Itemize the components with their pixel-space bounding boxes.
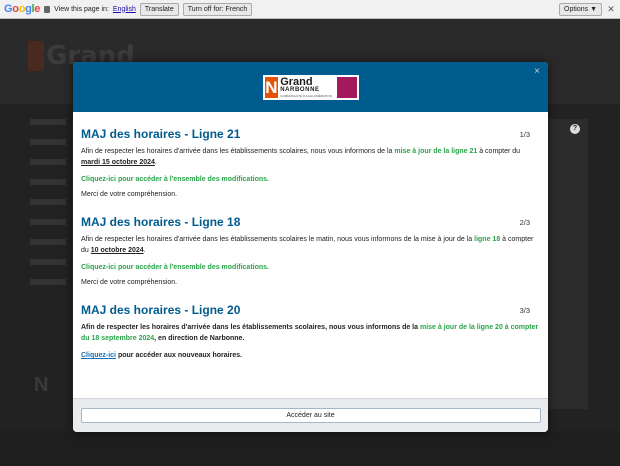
news-link[interactable]: Cliquez-ici pour accéder à l'ensemble de…: [81, 262, 540, 273]
news-text: Afin de respecter les horaires d'arrivée…: [81, 148, 521, 166]
news-item: MAJ des horaires - Ligne 18 2/3 Afin de …: [81, 215, 540, 286]
news-page-indicator: 2/3: [519, 218, 530, 227]
logo-subtitle: COMMUNAUTÉ D'AGGLOMÉRATION: [280, 93, 332, 98]
background-logo-mark: [28, 41, 44, 71]
news-title: MAJ des horaires - Ligne 21: [81, 127, 241, 141]
news-note: Merci de votre compréhension.: [81, 279, 178, 286]
lock-icon: [44, 5, 51, 13]
logo-narbonne: NARBONNE: [280, 86, 320, 93]
logo-n-mark: N: [264, 76, 279, 98]
modal-body: MAJ des horaires - Ligne 21 1/3 Afin de …: [73, 112, 548, 398]
close-icon[interactable]: ✕: [606, 4, 616, 15]
news-text: Afin de respecter les horaires d'arrivée…: [81, 324, 539, 342]
modal-close-icon[interactable]: ×: [534, 66, 540, 77]
logo-emblem-icon: [336, 76, 357, 98]
news-note: Merci de votre compréhension.: [81, 191, 178, 198]
news-page-indicator: 3/3: [519, 306, 530, 315]
background-footer-logo: N: [34, 374, 49, 396]
news-link[interactable]: Cliquez-ici pour accéder à l'ensemble de…: [81, 174, 540, 185]
options-button[interactable]: Options ▼: [559, 2, 602, 16]
turn-off-button[interactable]: Turn off for: French: [182, 2, 253, 16]
news-text: Afin de respecter les horaires d'arrivée…: [81, 236, 534, 254]
logo-grand: Grand: [280, 75, 313, 88]
news-title: MAJ des horaires - Ligne 18: [81, 215, 241, 229]
language-select[interactable]: English: [113, 6, 136, 13]
view-page-label: View this page in:: [54, 5, 109, 13]
news-link-line: Cliquez-ici pour accéder aux nouveaux ho…: [81, 352, 243, 359]
news-link[interactable]: Cliquez-ici: [81, 352, 116, 359]
background-sidebar: [30, 119, 70, 299]
access-site-button[interactable]: Accéder au site: [80, 408, 541, 423]
help-icon[interactable]: ?: [570, 124, 580, 134]
news-item: MAJ des horaires - Ligne 20 3/3 Afin de …: [81, 303, 540, 361]
news-title: MAJ des horaires - Ligne 20: [81, 303, 241, 317]
google-logo: Google: [4, 3, 41, 15]
background-footer: [0, 431, 620, 466]
news-page-indicator: 1/3: [519, 130, 530, 139]
news-item: MAJ des horaires - Ligne 21 1/3 Afin de …: [81, 127, 540, 198]
grand-narbonne-logo: N Grand NARBONNE COMMUNAUTÉ D'AGGLOMÉRAT…: [262, 74, 359, 100]
modal-footer: Accéder au site: [73, 398, 548, 432]
modal-header: N Grand NARBONNE COMMUNAUTÉ D'AGGLOMÉRAT…: [73, 62, 548, 112]
translate-button[interactable]: Translate: [139, 2, 179, 16]
news-modal: N Grand NARBONNE COMMUNAUTÉ D'AGGLOMÉRAT…: [73, 62, 548, 432]
translate-bar: Google View this page in: English Transl…: [0, 0, 620, 19]
